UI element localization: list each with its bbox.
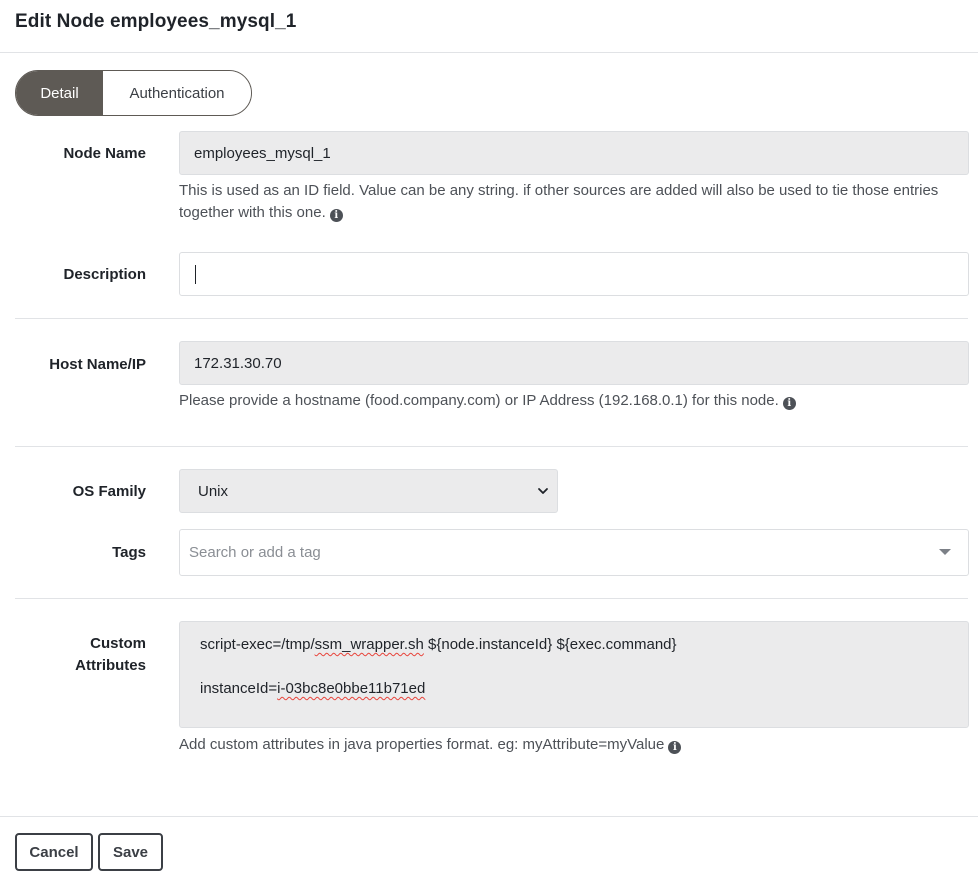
host-label: Host Name/IP — [49, 356, 146, 373]
tags-input[interactable]: Search or add a tag — [179, 529, 969, 576]
host-help: Please provide a hostname (food.company.… — [179, 390, 969, 412]
cancel-button[interactable]: Cancel — [15, 833, 93, 871]
custom-attributes-label-line1: Custom — [90, 635, 146, 652]
node-name-input[interactable]: employees_mysql_1 — [179, 131, 969, 175]
description-label: Description — [63, 266, 146, 283]
tab-authentication[interactable]: Authentication — [103, 71, 251, 115]
save-button[interactable]: Save — [98, 833, 163, 871]
custom-attributes-help: Add custom attributes in java properties… — [179, 734, 969, 756]
node-name-label: Node Name — [63, 145, 146, 162]
footer-divider — [0, 816, 978, 817]
edit-node-dialog: Edit Node employees_mysql_1 Detail Authe… — [0, 0, 978, 877]
custom-attributes-label: Custom Attributes — [75, 633, 146, 677]
attribute-text: script-exec=/tmp/ — [200, 636, 315, 653]
section-divider — [15, 446, 968, 447]
misspelled-word: ssm_wrapper.sh — [314, 636, 424, 653]
text-cursor — [195, 264, 196, 284]
node-name-help: This is used as an ID field. Value can b… — [179, 180, 969, 224]
custom-attributes-label-line2: Attributes — [75, 657, 146, 674]
dialog-title: Edit Node employees_mysql_1 — [15, 11, 297, 32]
info-icon[interactable]: i — [668, 741, 682, 754]
tags-placeholder: Search or add a tag — [189, 544, 321, 561]
attribute-text: instanceId= — [200, 680, 278, 697]
info-icon[interactable]: i — [782, 397, 796, 410]
host-value: 172.31.30.70 — [194, 354, 282, 372]
info-icon[interactable]: i — [329, 209, 343, 222]
chevron-down-icon — [538, 488, 548, 494]
tab-bar: Detail Authentication — [15, 70, 252, 116]
host-input[interactable]: 172.31.30.70 — [179, 341, 969, 385]
node-name-value: employees_mysql_1 — [194, 144, 331, 162]
tags-label: Tags — [112, 544, 146, 561]
caret-down-icon[interactable] — [939, 549, 951, 555]
os-family-label: OS Family — [72, 483, 146, 500]
custom-attributes-textarea[interactable]: script-exec=/tmp/ssm_wrapper.sh ${node.i… — [179, 621, 969, 728]
attribute-text: ${node.instanceId} ${exec.command} — [423, 636, 677, 653]
dialog-header: Edit Node employees_mysql_1 — [0, 0, 978, 53]
section-divider — [15, 318, 968, 319]
tab-detail[interactable]: Detail — [16, 71, 103, 115]
section-divider — [15, 598, 968, 599]
os-family-select[interactable]: Unix — [179, 469, 558, 513]
attribute-line: instanceId=i-03bc8e0bbe11b71ed — [200, 678, 948, 700]
os-family-selected: Unix — [198, 482, 229, 500]
description-input[interactable] — [179, 252, 969, 296]
misspelled-word: i-03bc8e0bbe11b71ed — [277, 680, 426, 697]
attribute-line: script-exec=/tmp/ssm_wrapper.sh ${node.i… — [200, 634, 948, 656]
node-name-help-text: This is used as an ID field. Value can b… — [179, 182, 939, 221]
custom-attributes-help-text: Add custom attributes in java properties… — [179, 736, 665, 753]
host-help-text: Please provide a hostname (food.company.… — [179, 392, 779, 409]
